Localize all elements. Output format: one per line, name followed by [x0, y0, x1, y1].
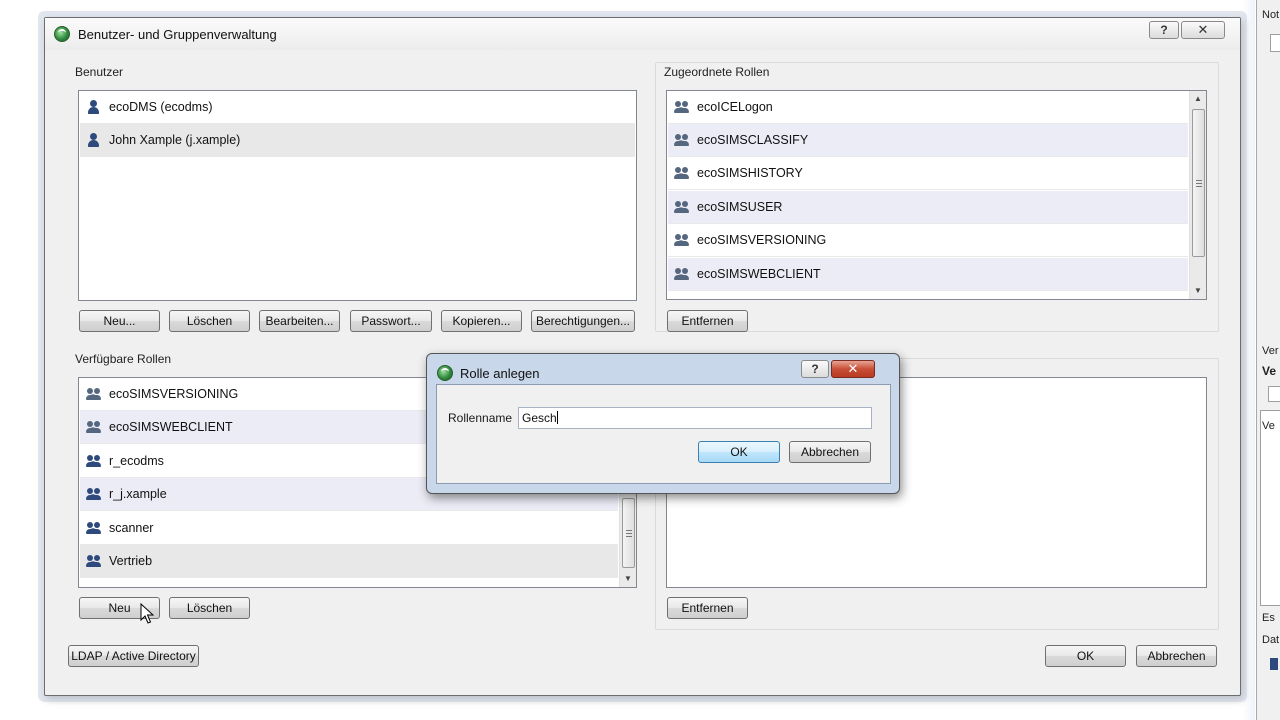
- scroll-down-arrow-icon[interactable]: ▼: [620, 571, 636, 587]
- help-button[interactable]: ?: [801, 360, 829, 378]
- role-name: ecoSIMSHISTORY: [697, 166, 803, 180]
- cancel-button[interactable]: Abbrechen: [789, 441, 871, 463]
- ok-button[interactable]: OK: [1045, 645, 1126, 667]
- close-button[interactable]: ✕: [1181, 21, 1225, 39]
- delete-user-button[interactable]: Löschen: [169, 310, 250, 332]
- role-icon: [674, 199, 690, 215]
- cancel-button[interactable]: Abbrechen: [1136, 645, 1217, 667]
- delete-role-button[interactable]: Löschen: [169, 597, 250, 619]
- download-arrow-icon: [1270, 658, 1278, 670]
- role-icon: [86, 553, 102, 569]
- users-list[interactable]: ecoDMS (ecodms) John Xample (j.xample): [78, 90, 637, 301]
- background-label-2: Ver: [1262, 345, 1279, 357]
- available-roles-label: Verfügbare Rollen: [75, 352, 172, 366]
- list-item[interactable]: ecoSIMSUSER: [668, 191, 1188, 224]
- assigned-roles-scrollbar[interactable]: ▲ ▼: [1189, 91, 1206, 299]
- role-icon: [674, 165, 690, 181]
- background-window-edge: [1243, 0, 1255, 720]
- role-icon: [86, 386, 102, 402]
- role-name: r_ecodms: [109, 454, 164, 468]
- remove-user-button[interactable]: Entfernen: [667, 597, 748, 619]
- list-item[interactable]: ecoSIMSHISTORY: [668, 157, 1188, 190]
- role-name: ecoICELogon: [697, 100, 773, 114]
- role-name-input[interactable]: Gesch: [518, 407, 872, 429]
- role-icon: [86, 419, 102, 435]
- close-button[interactable]: ✕: [831, 360, 875, 378]
- copy-user-button[interactable]: Kopieren...: [441, 310, 522, 332]
- password-button[interactable]: Passwort...: [350, 310, 432, 332]
- list-item[interactable]: ecoSIMSWEBCLIENT: [668, 258, 1188, 291]
- create-role-dialog: Rolle anlegen ? ✕ Rollenname Gesch OK Ab…: [426, 353, 900, 494]
- ecodms-app-icon: [437, 365, 453, 381]
- role-name: r_j.xample: [109, 487, 167, 501]
- background-label-6: Dat: [1262, 634, 1280, 646]
- background-label-3: Ve: [1262, 364, 1277, 378]
- help-button[interactable]: ?: [1149, 21, 1179, 39]
- list-item[interactable]: ecoDMS (ecodms): [80, 91, 635, 124]
- role-name: ecoSIMSVERSIONING: [697, 233, 827, 247]
- permissions-button[interactable]: Berechtigungen...: [531, 310, 635, 332]
- users-label: Benutzer: [75, 65, 124, 79]
- create-role-body: Rollenname Gesch OK Abbrechen: [436, 384, 891, 484]
- background-icon-box: [1268, 386, 1280, 402]
- role-name: scanner: [109, 521, 154, 535]
- assigned-roles-list[interactable]: ecoICELogon ecoSIMSCLASSIFY ecoSIMSHISTO…: [666, 90, 1207, 300]
- list-item[interactable]: ecoSIMSCLASSIFY: [668, 124, 1188, 157]
- background-label-1: Not: [1262, 9, 1280, 21]
- ldap-active-directory-button[interactable]: LDAP / Active Directory: [68, 645, 199, 667]
- ecodms-app-icon: [54, 26, 70, 42]
- scroll-down-arrow-icon[interactable]: ▼: [1190, 283, 1206, 299]
- role-name-label: Rollenname: [448, 411, 513, 425]
- list-item[interactable]: Vertrieb: [80, 545, 618, 578]
- user-name: ecoDMS (ecodms): [109, 100, 213, 114]
- role-name: Vertrieb: [109, 554, 153, 568]
- user-name: John Xample (j.xample): [109, 133, 241, 147]
- scroll-up-arrow-icon[interactable]: ▲: [1190, 91, 1206, 107]
- list-item[interactable]: ecoICELogon: [668, 91, 1188, 124]
- role-name: ecoSIMSVERSIONING: [109, 387, 239, 401]
- role-name: ecoSIMSWEBCLIENT: [697, 267, 821, 281]
- role-icon: [86, 453, 102, 469]
- list-item[interactable]: scanner: [80, 512, 618, 545]
- user-icon: [86, 132, 102, 148]
- new-user-button[interactable]: Neu...: [79, 310, 160, 332]
- edit-user-button[interactable]: Bearbeiten...: [259, 310, 340, 332]
- role-icon: [674, 232, 690, 248]
- background-label-5: Es: [1262, 612, 1275, 624]
- list-item[interactable]: John Xample (j.xample): [80, 124, 635, 157]
- text-caret: [556, 411, 558, 424]
- role-icon: [674, 99, 690, 115]
- scroll-thumb[interactable]: [622, 498, 635, 568]
- role-name: ecoSIMSWEBCLIENT: [109, 420, 233, 434]
- remove-role-button[interactable]: Entfernen: [667, 310, 748, 332]
- role-name: ecoSIMSCLASSIFY: [697, 133, 809, 147]
- role-name: ecoSIMSUSER: [697, 200, 783, 214]
- mouse-pointer-icon: [140, 603, 154, 624]
- role-icon: [674, 266, 690, 282]
- assigned-roles-label: Zugeordnete Rollen: [664, 65, 770, 79]
- role-name-value: Gesch: [522, 411, 557, 425]
- background-label-4: Ve: [1262, 420, 1275, 432]
- background-list: [1260, 410, 1280, 606]
- role-icon: [674, 132, 690, 148]
- role-icon: [86, 486, 102, 502]
- background-field: [1270, 34, 1280, 52]
- dialog-titlebar: Benutzer- und Gruppenverwaltung ? ✕: [45, 18, 1240, 50]
- user-icon: [86, 99, 102, 115]
- list-item[interactable]: ecoSIMSVERSIONING: [668, 224, 1188, 257]
- dialog-title: Benutzer- und Gruppenverwaltung: [78, 27, 277, 42]
- create-role-title: Rolle anlegen: [460, 366, 540, 381]
- scroll-thumb[interactable]: [1192, 109, 1205, 257]
- ok-button[interactable]: OK: [698, 441, 780, 463]
- role-icon: [86, 520, 102, 536]
